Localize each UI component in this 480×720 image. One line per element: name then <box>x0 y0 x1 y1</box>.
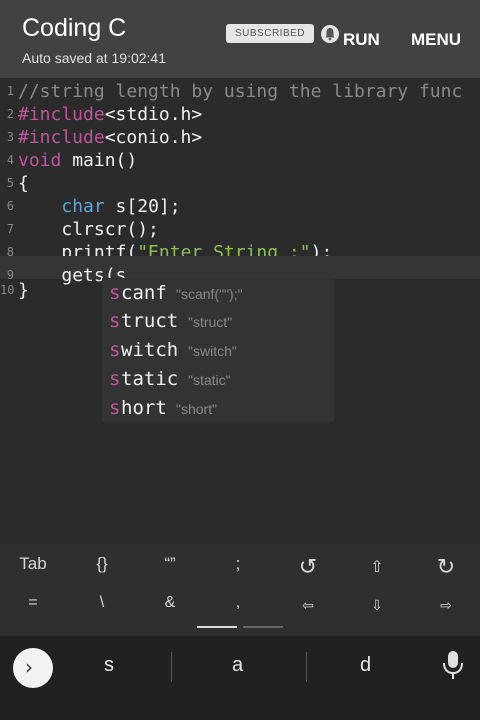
autocomplete-word: tatic <box>121 368 179 390</box>
autocomplete-hint: "short" <box>176 401 218 417</box>
keyboard-suggestion-bar <box>0 636 480 720</box>
autocomplete-prefix: s <box>109 397 121 419</box>
autocomplete-word: hort <box>121 397 167 419</box>
suggestion-2[interactable]: a <box>232 654 243 677</box>
autocomplete-hint: "scanf("");" <box>176 286 243 302</box>
autosave-status: Auto saved at 19:02:41 <box>22 50 166 66</box>
arrow-right-icon[interactable]: ⇨ <box>426 597 466 614</box>
autocomplete-hint: "switch" <box>188 343 237 359</box>
autocomplete-prefix: s <box>109 282 121 304</box>
autocomplete-item-scanf[interactable]: s canf "scanf("");" <box>102 279 334 307</box>
app-title: Coding C <box>22 14 127 42</box>
arrow-down-icon[interactable]: ⇩ <box>357 597 397 614</box>
autocomplete-prefix: s <box>109 368 121 390</box>
bell-icon[interactable] <box>320 24 340 44</box>
code-line-active[interactable]: 9 gets(s <box>0 256 480 286</box>
line-number: 7 <box>6 222 14 236</box>
code-line[interactable]: 2 #include<stdio.h> <box>0 103 480 126</box>
code-text: s[20]; <box>104 196 181 217</box>
run-button[interactable]: RUN <box>343 30 380 50</box>
line-number: 2 <box>6 107 14 121</box>
undo-icon[interactable]: ↺ <box>288 554 328 580</box>
subscribed-badge[interactable]: SUBSCRIBED <box>226 24 314 43</box>
line-number: 5 <box>6 176 14 190</box>
autocomplete-popup: s canf "scanf("");" s truct "struct" s w… <box>102 278 334 422</box>
autocomplete-word: witch <box>121 339 179 361</box>
code-text: { <box>18 173 29 194</box>
code-type: char <box>61 196 105 217</box>
page-indicator-active <box>197 626 237 628</box>
comma-key[interactable]: , <box>218 594 258 612</box>
code-line[interactable]: 3 #include<conio.h> <box>0 126 480 149</box>
code-text: main() <box>61 150 138 171</box>
redo-icon[interactable]: ↻ <box>426 554 466 580</box>
code-text: } <box>18 280 29 301</box>
keyboard-expand-button[interactable]: › <box>13 648 53 688</box>
autocomplete-prefix: s <box>109 339 121 361</box>
line-number: 10 <box>0 283 15 297</box>
quotes-key[interactable]: “” <box>150 554 190 574</box>
backslash-key[interactable]: \ <box>82 594 122 612</box>
mic-icon[interactable] <box>442 650 464 680</box>
code-line[interactable]: 4 void main() <box>0 149 480 172</box>
suggestion-3[interactable]: d <box>360 654 371 677</box>
code-comment: //string length by using the library fun… <box>18 81 463 102</box>
equals-key[interactable]: = <box>13 594 53 612</box>
autocomplete-prefix: s <box>109 310 121 332</box>
code-text: <conio.h> <box>104 127 203 148</box>
code-text: clrscr(); <box>61 219 159 240</box>
code-line[interactable]: 6 char s[20]; <box>0 195 480 218</box>
code-line[interactable]: 1 //string length by using the library f… <box>0 80 480 103</box>
tab-key[interactable]: Tab <box>13 554 53 574</box>
code-line[interactable]: 5 { <box>0 172 480 195</box>
arrow-up-icon[interactable]: ⇧ <box>357 557 397 577</box>
autocomplete-item-short[interactable]: s hort "short" <box>102 394 334 422</box>
line-number: 3 <box>6 130 14 144</box>
code-line[interactable]: 7 clrscr(); <box>0 218 480 241</box>
autocomplete-item-struct[interactable]: s truct "struct" <box>102 307 334 335</box>
code-directive: #include <box>18 127 105 148</box>
autocomplete-hint: "static" <box>188 372 231 388</box>
autocomplete-hint: "struct" <box>188 314 233 330</box>
suggestion-1[interactable]: s <box>104 654 114 677</box>
code-directive: #include <box>18 104 105 125</box>
ampersand-key[interactable]: & <box>150 594 190 612</box>
code-keyword: void <box>18 150 62 171</box>
braces-key[interactable]: {} <box>82 554 122 574</box>
line-number: 6 <box>6 199 14 213</box>
code-text: <stdio.h> <box>104 104 203 125</box>
semicolon-key[interactable]: ; <box>218 554 258 574</box>
autocomplete-item-static[interactable]: s tatic "static" <box>102 365 334 393</box>
line-number: 1 <box>6 84 14 98</box>
autocomplete-item-switch[interactable]: s witch "switch" <box>102 336 334 364</box>
chevron-right-icon: › <box>25 655 33 679</box>
page-indicator <box>243 626 283 628</box>
app-bar: Coding C Auto saved at 19:02:41 SUBSCRIB… <box>0 0 480 78</box>
suggestion-divider <box>171 652 172 682</box>
menu-button[interactable]: MENU <box>411 30 461 50</box>
suggestion-divider <box>306 652 307 682</box>
autocomplete-word: truct <box>121 310 179 332</box>
arrow-left-icon[interactable]: ⇦ <box>288 597 328 614</box>
line-number: 4 <box>6 153 14 167</box>
autocomplete-word: canf <box>121 282 167 304</box>
